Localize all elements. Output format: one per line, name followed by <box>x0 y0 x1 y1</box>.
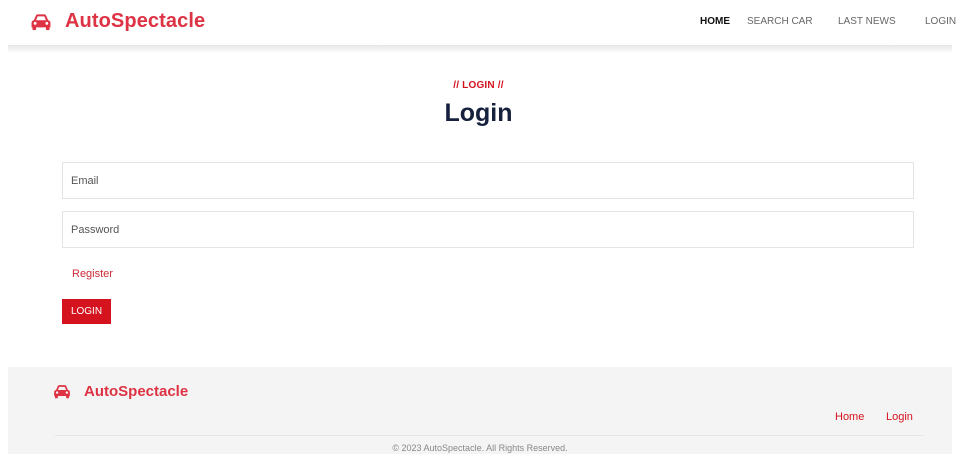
footer-brand-name: AutoSpectacle <box>84 383 189 400</box>
footer-brand-link[interactable]: AutoSpectacle <box>53 383 188 400</box>
footer-link-home[interactable]: Home <box>835 411 864 423</box>
copyright-text: © 2023 AutoSpectacle. All Rights Reserve… <box>392 443 568 453</box>
main-nav: HOME SEARCH CAR LAST NEWS LOGIN <box>0 16 957 30</box>
footer-divider <box>55 435 923 436</box>
nav-home[interactable]: HOME <box>700 16 730 27</box>
nav-login[interactable]: LOGIN <box>925 16 956 27</box>
navbar-shadow <box>8 45 952 53</box>
footer: AutoSpectacle Home Login © 2023 AutoSpec… <box>8 367 952 454</box>
footer-link-login[interactable]: Login <box>886 411 913 423</box>
nav-search-car[interactable]: SEARCH CAR <box>747 16 813 27</box>
nav-last-news[interactable]: LAST NEWS <box>838 16 896 27</box>
login-button[interactable]: LOGIN <box>62 299 111 324</box>
car-icon <box>54 385 70 399</box>
page-title: Login <box>444 99 513 127</box>
password-field[interactable] <box>62 211 914 248</box>
footer-nav: Home Login <box>8 411 952 425</box>
top-navbar: AutoSpectacle HOME SEARCH CAR LAST NEWS … <box>0 0 957 45</box>
email-field[interactable] <box>62 162 914 199</box>
section-eyebrow: // LOGIN // <box>453 80 504 91</box>
register-link[interactable]: Register <box>72 268 113 280</box>
